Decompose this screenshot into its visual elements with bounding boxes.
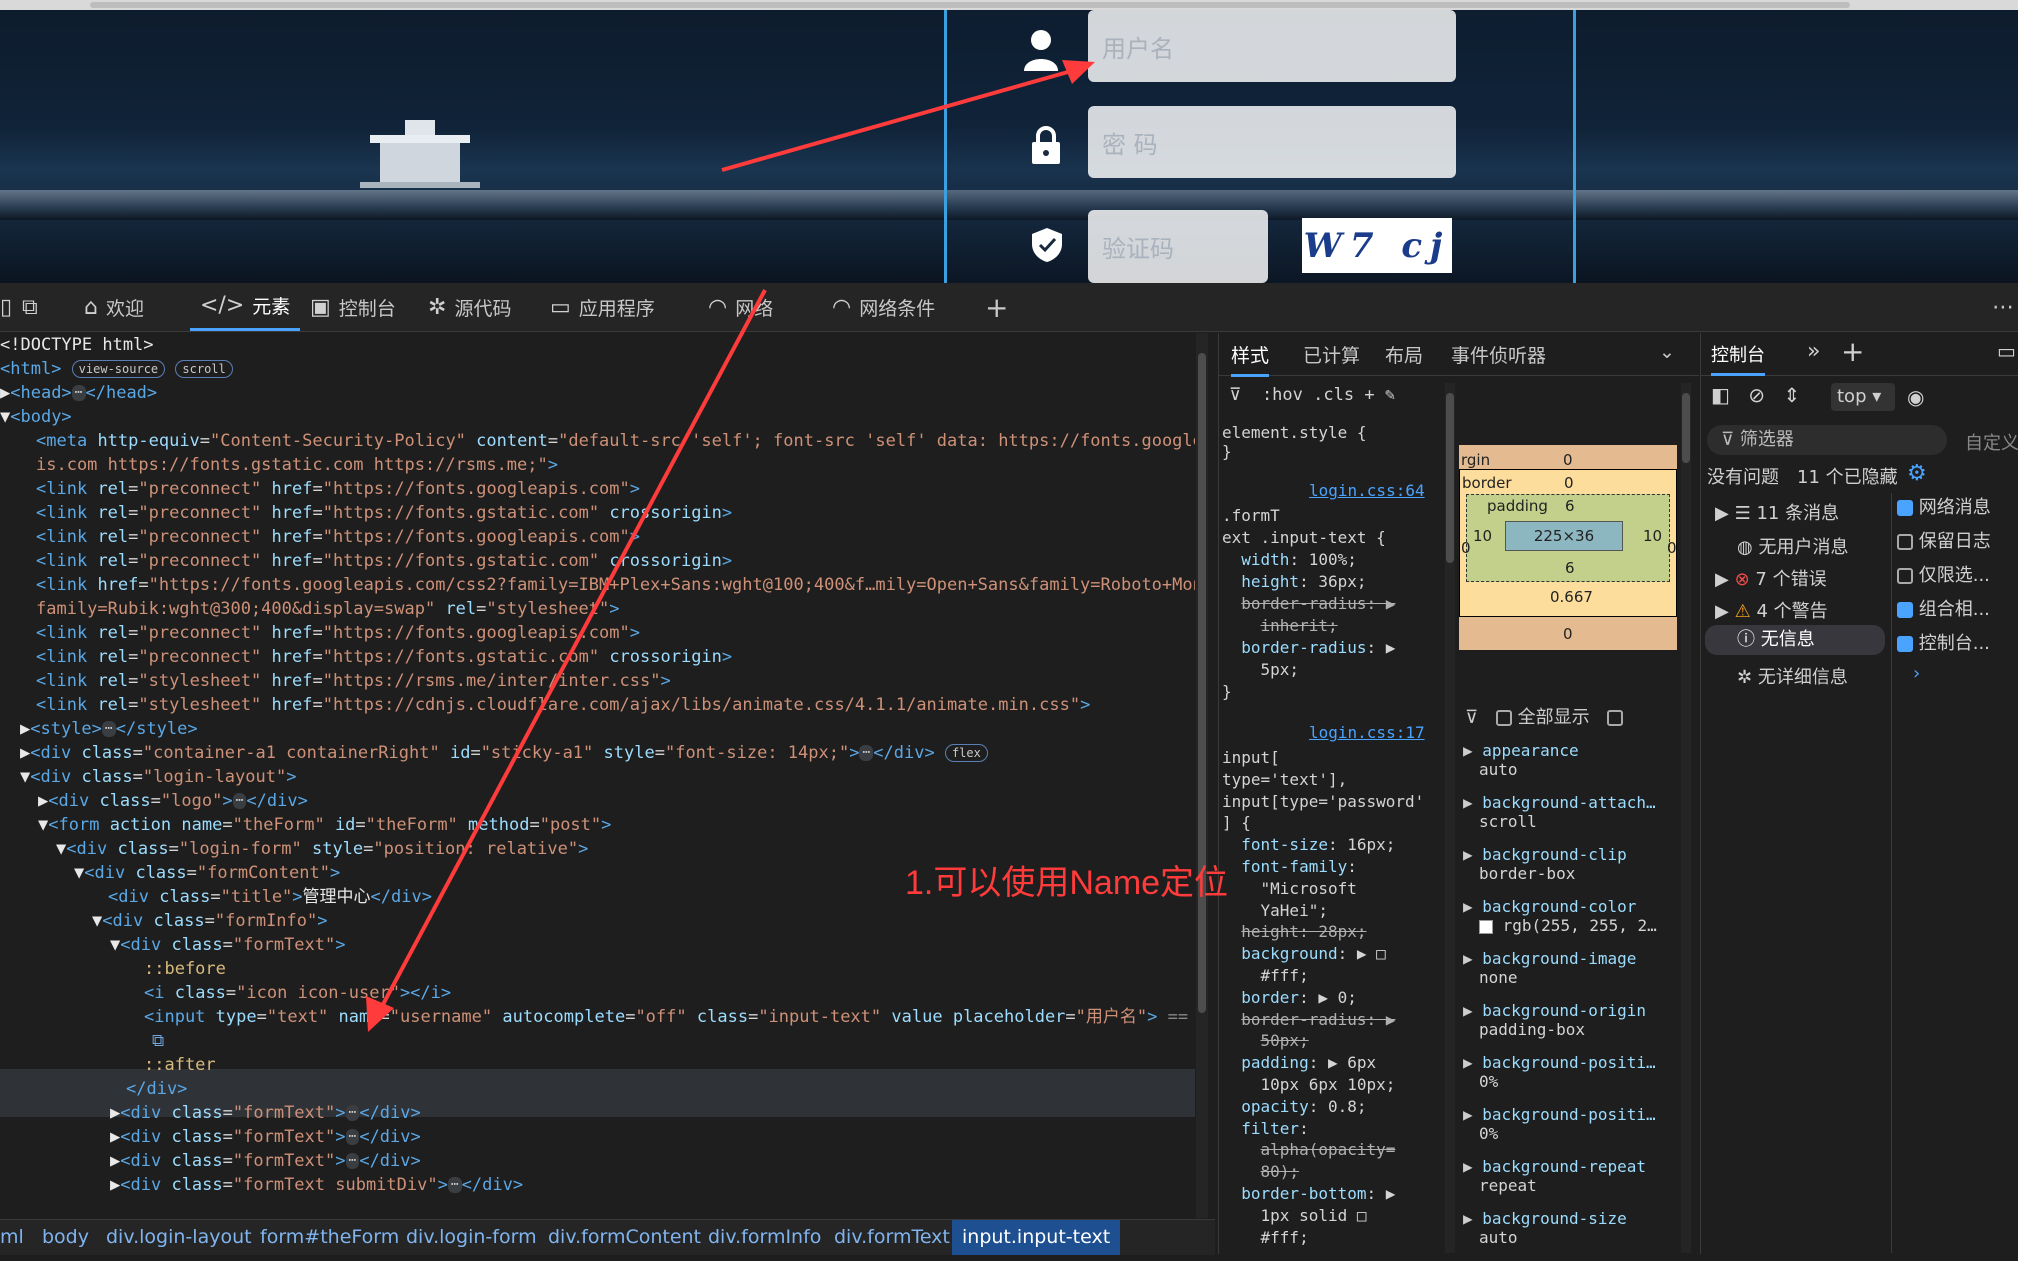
arrow-to-input-node [378, 289, 767, 1011]
annotation-arrows [366, 60, 1095, 1032]
arrow-to-username [721, 68, 1076, 172]
arrow-head [366, 996, 394, 1032]
